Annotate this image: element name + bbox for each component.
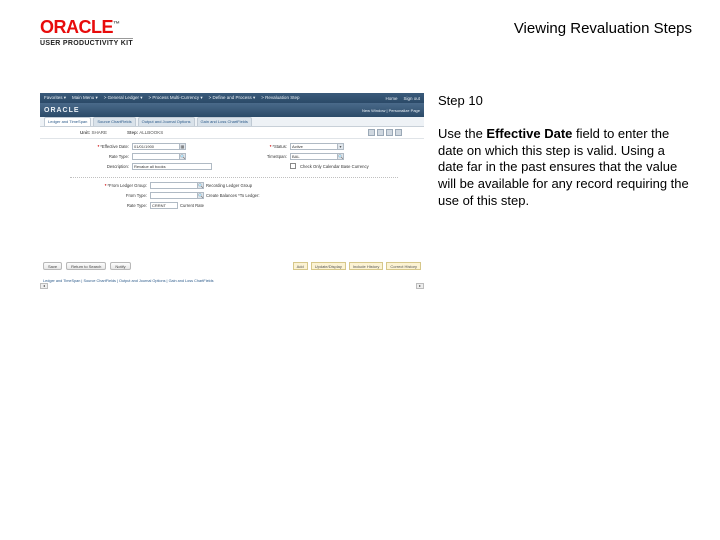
calendar-base-checkbox-label: Check Only Calendar Base Currency — [298, 164, 369, 169]
from-ledger-field[interactable] — [150, 182, 198, 189]
timespan-field[interactable]: BAL — [290, 153, 338, 160]
add-button[interactable]: Add — [293, 262, 308, 270]
nav-item[interactable]: > Process Multi-Currency ▾ — [148, 95, 202, 101]
unit-value: SHARE — [92, 130, 108, 135]
timespan-label: TimeSpan: — [242, 154, 290, 159]
first-icon[interactable] — [386, 129, 393, 136]
step-label: Step: — [127, 130, 138, 135]
from-type-label: From Type: — [84, 193, 150, 198]
status-select[interactable]: Active — [290, 143, 338, 150]
brand-tm: ™ — [113, 21, 120, 28]
viewall-icon[interactable] — [377, 129, 384, 136]
rate-type-field[interactable] — [132, 153, 180, 160]
tab-source[interactable]: Source ChartFields — [93, 117, 135, 126]
content-row: Favorites ▾ Main Menu ▾ > General Ledger… — [0, 53, 720, 289]
ss-bread[interactable]: New Window | Personalize Page — [362, 108, 420, 113]
ss-body: **Effective Date:01/01/1900▦ Rate Type: 🔍… — [40, 139, 424, 209]
unit-label: Unit: — [80, 130, 90, 135]
signout-link[interactable]: Sign out — [403, 96, 420, 101]
lookup-icon[interactable]: 🔍 — [180, 153, 186, 160]
nav-item[interactable]: Favorites ▾ — [44, 95, 66, 101]
rate-type-label: Rate Type: — [84, 154, 132, 159]
description-field[interactable]: Revalue all books — [132, 163, 212, 170]
nav-item[interactable]: > Revaluation Step — [261, 95, 299, 101]
ss-actions: Save Return to Search Notify Add Update/… — [40, 261, 424, 271]
explain-panel: Step 10 Use the Effective Date field to … — [438, 93, 692, 289]
return-button[interactable]: Return to Search — [66, 262, 106, 270]
ss-brand: ORACLE — [44, 107, 80, 114]
app-screenshot: Favorites ▾ Main Menu ▾ > General Ledger… — [40, 93, 424, 289]
ss-brandbar: ORACLE New Window | Personalize Page — [40, 103, 424, 117]
brand-main: ORACLE — [40, 17, 113, 37]
rate-type2-label: Rate Type: — [84, 203, 150, 208]
save-button[interactable]: Save — [43, 262, 62, 270]
step-number: Step 10 — [438, 93, 692, 108]
brand-sub: USER PRODUCTIVITY KIT — [40, 38, 133, 47]
field-name-bold: Effective Date — [486, 126, 572, 141]
tab-output[interactable]: Output and Journal Options — [138, 117, 195, 126]
ss-topbar: Favorites ▾ Main Menu ▾ > General Ledger… — [40, 93, 424, 103]
find-icon[interactable] — [368, 129, 375, 136]
step-text: Use the Effective Date field to enter th… — [438, 126, 692, 209]
ss-toolbar-icons — [368, 129, 402, 136]
description-label: Description: — [84, 164, 132, 169]
ss-tabs: Ledger and TimeSpan Source ChartFields O… — [40, 117, 424, 127]
status-label: **Status: — [242, 144, 290, 149]
doc-title: Viewing Revaluation Steps — [514, 20, 692, 37]
nav-item[interactable]: Main Menu ▾ — [72, 95, 98, 101]
notify-button[interactable]: Notify — [110, 262, 130, 270]
scroll-left-icon[interactable]: ◂ — [40, 283, 48, 289]
nav-item[interactable]: > Define and Process ▾ — [209, 95, 256, 101]
correct-history-button[interactable]: Correct History — [386, 262, 421, 270]
ss-scrollbar[interactable]: ◂ ▸ — [40, 283, 424, 289]
rate-type2-text: Current Rate — [178, 203, 204, 208]
nav-item[interactable]: > General Ledger ▾ — [104, 95, 143, 101]
from-ledger-text: Recording Ledger Group — [204, 183, 252, 188]
calendar-icon[interactable]: ▦ — [180, 143, 186, 150]
home-link[interactable]: Home — [385, 96, 397, 101]
update-display-button[interactable]: Update/Display — [311, 262, 346, 270]
step-value: ALLBOOKS — [139, 130, 163, 135]
tab-gainloss[interactable]: Gain and Loss ChartFields — [197, 117, 252, 126]
from-type-field[interactable] — [150, 192, 198, 199]
from-type-text: Create Balances *To Ledger: — [204, 193, 260, 198]
doc-header: ORACLE™ USER PRODUCTIVITY KIT Viewing Re… — [0, 0, 720, 53]
divider — [70, 177, 398, 178]
tab-ledger[interactable]: Ledger and TimeSpan — [44, 117, 91, 126]
rate-type2-field[interactable]: CRRNT — [150, 202, 178, 209]
effective-date-field[interactable]: 01/01/1900 — [132, 143, 180, 150]
from-ledger-label: **From Ledger Group: — [84, 183, 150, 188]
include-history-button[interactable]: Include History — [349, 262, 383, 270]
scroll-right-icon[interactable]: ▸ — [416, 283, 424, 289]
lookup-icon[interactable]: 🔍 — [338, 153, 344, 160]
checkbox-icon[interactable] — [290, 163, 296, 169]
chevron-down-icon[interactable]: ▾ — [338, 143, 344, 150]
last-icon[interactable] — [395, 129, 402, 136]
brand-logo: ORACLE™ — [40, 18, 133, 36]
brand-block: ORACLE™ USER PRODUCTIVITY KIT — [40, 18, 133, 47]
effective-date-label: **Effective Date: — [84, 144, 132, 149]
ss-idrow: Unit: SHARE Step: ALLBOOKS — [40, 127, 424, 139]
